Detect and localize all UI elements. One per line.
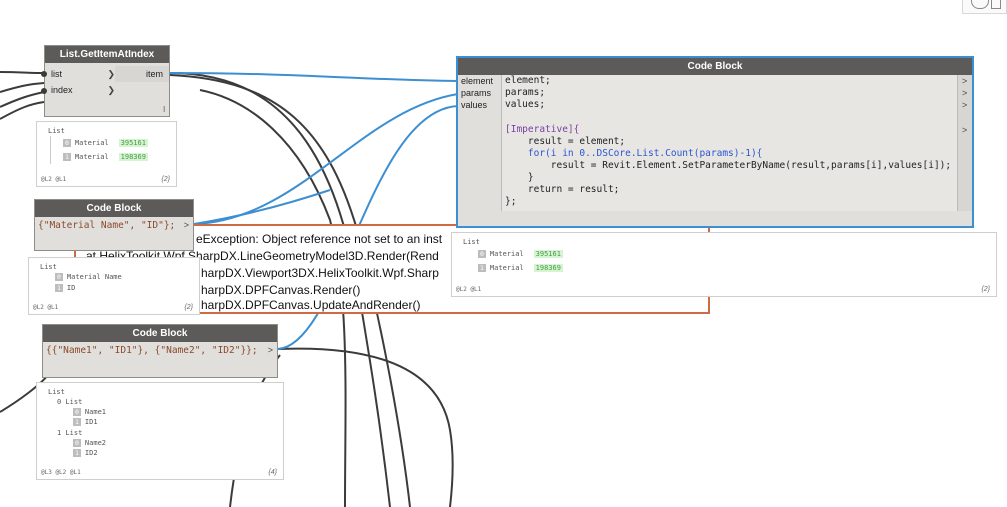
input-port-values[interactable]: values — [458, 99, 501, 111]
preview-title: List — [463, 238, 480, 246]
preview-group-label: 1 List — [57, 429, 83, 437]
wire-cb2-out[interactable] — [277, 347, 454, 507]
input-port-params[interactable]: params — [458, 87, 501, 99]
preview-count: {2} — [184, 304, 193, 311]
node-title[interactable]: Code Block — [35, 200, 193, 217]
port-label: index — [51, 85, 73, 95]
code-line: }; — [505, 196, 517, 207]
output-port-icon[interactable]: > — [184, 220, 189, 230]
preview-row: 1 ID1 — [73, 418, 98, 426]
preview-levels: @L3 @L2 @L1 — [41, 469, 81, 476]
error-line-4: harpDX.DPFCanvas.Render() — [201, 283, 361, 297]
chevron-right-icon: ❯ — [107, 85, 115, 95]
port-dot-index — [41, 88, 47, 94]
window-icon[interactable] — [991, 0, 1001, 9]
preview-count: {2} — [161, 176, 170, 183]
code-line: params; — [505, 87, 546, 98]
code-block-node-2[interactable]: Code Block {{"Name1", "ID1"}, {"Name2", … — [42, 324, 278, 378]
preview-levels: @L2 @L1 — [33, 304, 59, 311]
output-port-icon[interactable]: > — [962, 88, 967, 98]
output-port-icon[interactable]: > — [962, 76, 967, 86]
lacing-indicator: l — [163, 105, 165, 114]
code-block-1-preview[interactable]: List 0 Material Name 1 ID @L2 @L1 {2} — [28, 257, 200, 315]
output-port-item[interactable]: item — [115, 66, 169, 82]
code-line: for(i in 0..DSCore.List.Count(params)-1)… — [505, 148, 763, 159]
preview-row: 0 Name1 — [73, 408, 106, 416]
preview-row: 1 Material 198369 — [478, 264, 563, 272]
preview-row: 1 Material 198369 — [63, 153, 148, 161]
error-line-1: eException: Object reference not set to … — [196, 232, 443, 246]
preview-count: {2} — [981, 286, 990, 293]
port-dot-list — [41, 71, 47, 77]
getitem-preview[interactable]: List 0 Material 395161 1 Material 198369 @L2… — [36, 121, 177, 187]
code-line: element; — [505, 75, 551, 86]
chevron-right-icon: ❯ — [107, 69, 115, 79]
output-port-icon[interactable]: > — [962, 125, 967, 135]
preview-title: List — [48, 388, 65, 396]
input-ports: element params values — [458, 75, 501, 113]
code-editor[interactable]: {{"Name1", "ID1"}, {"Name2", "ID2"}}; — [46, 345, 258, 356]
code-block-2-preview[interactable]: List 0 List 0 Name1 1 ID1 1 List 0 Name2 1I… — [36, 382, 284, 480]
code-editor[interactable]: {"Material Name", "ID"}; — [38, 220, 175, 231]
code-line: } — [505, 172, 534, 183]
preview-count: {4} — [268, 469, 277, 476]
preview-row: 0 Material Name — [55, 273, 122, 281]
input-port-list[interactable]: list ❯ — [45, 66, 117, 82]
code-line: values; — [505, 99, 546, 110]
preview-title: List — [40, 263, 57, 271]
input-port-index[interactable]: index ❯ — [45, 82, 117, 98]
port-label: list — [51, 69, 62, 79]
preview-group-label: 0 List — [57, 398, 83, 406]
wire-left-2[interactable] — [0, 82, 45, 93]
output-port-icon[interactable]: > — [962, 100, 967, 110]
tree-line — [50, 136, 51, 164]
code-block-node-3[interactable]: Code Block element params values element… — [456, 56, 974, 228]
node-title[interactable]: Code Block — [458, 58, 972, 75]
toolbar — [962, 0, 1007, 14]
preview-row: 0 Material 395161 — [63, 139, 148, 147]
code-line: result = Revit.Element.SetParameterByNam… — [505, 160, 952, 171]
node-title[interactable]: List.GetItemAtIndex — [45, 46, 169, 63]
error-line-3: harpDX.Viewport3DX.HelixToolkit.Wpf.Shar… — [201, 266, 439, 280]
preview-title: List — [48, 127, 65, 135]
wire-left-3[interactable] — [0, 91, 45, 108]
output-port-icon[interactable]: > — [268, 345, 273, 355]
preview-row: 1 ID2 — [73, 449, 98, 457]
code-line: return = result; — [505, 184, 620, 195]
code-editor[interactable]: element; params; values; [Imperative]{ r… — [501, 75, 960, 211]
wire-left-1[interactable] — [0, 71, 45, 74]
code-line: [Imperative]{ — [505, 124, 580, 135]
cloud-icon[interactable] — [971, 0, 989, 9]
preview-row: 1 ID — [55, 284, 76, 292]
error-line-5: harpDX.DPFCanvas.UpdateAndRender() — [201, 298, 421, 312]
preview-levels: @L2 @L1 — [456, 286, 482, 293]
wire-cb1-to-params[interactable] — [193, 93, 459, 225]
getitematindex-node[interactable]: List.GetItemAtIndex list ❯ index ❯ item … — [41, 45, 170, 117]
input-port-element[interactable]: element — [458, 75, 501, 87]
code-block-3-preview[interactable]: List 0 Material 395161 1 Material 198369 @L2… — [451, 232, 997, 297]
node-title[interactable]: Code Block — [43, 325, 277, 342]
code-line: result = element; — [505, 136, 626, 147]
preview-levels: @L2 @L1 — [41, 176, 67, 183]
code-block-node-1[interactable]: Code Block {"Material Name", "ID"}; > — [34, 199, 194, 251]
preview-row: 0 Name2 — [73, 439, 106, 447]
port-label: item — [145, 69, 163, 79]
preview-row: 0 Material 395161 — [478, 250, 563, 258]
output-ports: > > > > — [957, 75, 972, 211]
